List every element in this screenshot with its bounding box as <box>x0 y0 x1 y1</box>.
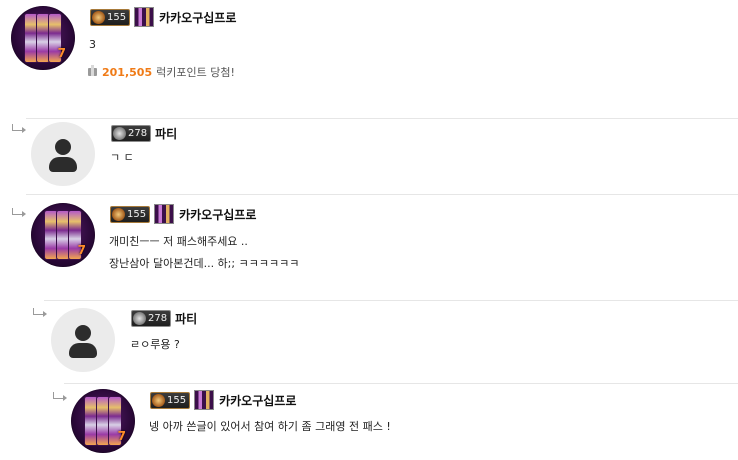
mini-avatar-icon <box>134 7 155 27</box>
comment-text: ㄹㅇ루용 ? <box>130 338 180 351</box>
comment-text: 3 <box>89 38 96 51</box>
divider <box>26 194 738 195</box>
comment-meta: 155 카카오구십프로 <box>150 390 296 410</box>
reply-arrow-icon <box>12 124 26 133</box>
rank-emblem-icon <box>92 10 105 24</box>
reply-item: 7 155 카카오구십프로 개미친ㅡㅡ 저 패스해주세요 .. 장난삼아 달아본… <box>0 194 738 298</box>
level-number: 155 <box>107 11 127 23</box>
user-avatar[interactable]: 7 <box>11 6 75 70</box>
nickname[interactable]: 파티 <box>155 125 177 142</box>
rank-emblem-icon <box>152 393 165 407</box>
comment-text: ㄱ ㄷ <box>110 151 134 164</box>
comment-meta: 155 카카오구십프로 <box>110 204 256 224</box>
rank-emblem-icon <box>112 207 125 221</box>
level-badge: 155 <box>110 205 151 223</box>
rank-emblem-icon <box>133 311 146 325</box>
reply-item: 278 파티 ㄹㅇ루용 ? <box>0 298 738 382</box>
prize-amount: 201,505 <box>102 65 153 79</box>
user-avatar[interactable] <box>31 122 95 186</box>
gift-icon <box>88 65 97 76</box>
divider <box>26 118 738 119</box>
prize-line: 201,505 럭키포인트 당첨! <box>88 64 235 80</box>
comment-meta: 155 카카오구십프로 <box>90 7 236 27</box>
reply-arrow-icon <box>33 308 47 317</box>
level-badge: 278 <box>131 309 172 327</box>
reply-item: 7 155 카카오구십프로 넹 아까 쓴글이 있어서 참여 하기 좀 그래영 전… <box>0 382 738 460</box>
reply-item: 278 파티 ㄱ ㄷ <box>0 118 738 194</box>
nickname[interactable]: 카카오구십프로 <box>219 392 296 409</box>
person-icon <box>75 325 91 341</box>
mini-avatar-icon <box>194 390 215 410</box>
nickname[interactable]: 카카오구십프로 <box>159 9 236 26</box>
comment-item: 7 155 카카오구십프로 3 201,505 럭키포인트 당첨! <box>0 0 738 118</box>
nickname[interactable]: 파티 <box>175 310 197 327</box>
user-avatar[interactable] <box>51 308 115 372</box>
reply-arrow-icon <box>53 392 67 401</box>
comment-meta: 278 파티 <box>111 124 177 142</box>
user-avatar[interactable]: 7 <box>31 203 95 267</box>
level-number: 155 <box>167 394 187 406</box>
user-avatar[interactable]: 7 <box>71 389 135 453</box>
reply-arrow-icon <box>12 208 26 217</box>
comment-text: 넹 아까 쓴글이 있어서 참여 하기 좀 그래영 전 패스 ! <box>149 420 391 433</box>
level-number: 155 <box>127 208 147 220</box>
level-badge: 278 <box>111 124 152 142</box>
level-badge: 155 <box>90 8 131 26</box>
level-number: 278 <box>148 312 168 324</box>
prize-label: 럭키포인트 당첨! <box>156 66 235 79</box>
comment-text: 개미친ㅡㅡ 저 패스해주세요 .. <box>109 235 248 248</box>
level-number: 278 <box>128 127 148 139</box>
divider <box>44 300 738 301</box>
divider <box>64 383 738 384</box>
nickname[interactable]: 카카오구십프로 <box>179 206 256 223</box>
comment-text-line-2: 장난삼아 달아본건데... 하;; ㅋㅋㅋㅋㅋㅋ <box>109 257 300 270</box>
level-badge: 155 <box>150 391 191 409</box>
mini-avatar-icon <box>154 204 175 224</box>
rank-emblem-icon <box>113 126 126 140</box>
person-icon <box>55 139 71 155</box>
comment-meta: 278 파티 <box>131 309 197 327</box>
